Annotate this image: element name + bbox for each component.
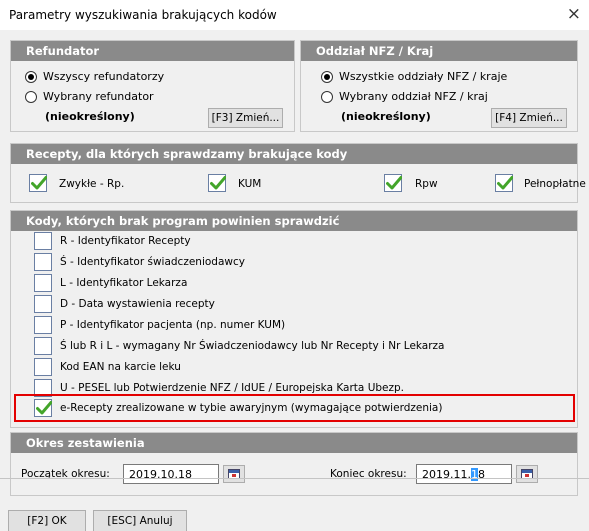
oddzial-all-radio[interactable]: Wszystkie oddziały NFZ / kraje bbox=[321, 70, 507, 83]
recepty-rpw-label: Rpw bbox=[415, 178, 438, 190]
oddzial-change-button[interactable]: [F4] Zmień... bbox=[491, 108, 567, 128]
kody-item-label: Ś - Identyfikator świadczeniodawcy bbox=[60, 256, 245, 268]
radio-selected-icon bbox=[25, 70, 37, 83]
oddzial-all-label: Wszystkie oddziały NFZ / kraje bbox=[339, 70, 508, 83]
window-title: Parametry wyszukiwania brakujących kodów bbox=[9, 8, 277, 22]
checkbox-empty-icon bbox=[34, 274, 52, 292]
okres-start-input[interactable]: 2019.10.18 bbox=[123, 464, 219, 484]
kody-item-label: Kod EAN na karcie leku bbox=[60, 361, 181, 373]
cancel-button[interactable]: [ESC] Anuluj bbox=[93, 510, 187, 531]
radio-empty-icon bbox=[25, 90, 37, 103]
checkbox-checked-icon bbox=[384, 174, 402, 192]
okres-end-calendar-button[interactable] bbox=[516, 465, 538, 483]
kody-item-label: R - Identyfikator Recepty bbox=[60, 235, 191, 247]
checkbox-checked-icon bbox=[29, 174, 47, 192]
kody-item-label: P - Identyfikator pacjenta (np. numer KU… bbox=[60, 319, 286, 331]
checkbox-checked-icon bbox=[208, 174, 226, 192]
kody-item-label: e-Recepty zrealizowane w tybie awaryjnym… bbox=[60, 402, 443, 414]
checkbox-empty-icon bbox=[34, 358, 52, 376]
recepty-kum-label: KUM bbox=[238, 178, 262, 190]
checkbox-empty-icon bbox=[34, 232, 52, 250]
kody-item-label: L - Identyfikator Lekarza bbox=[60, 277, 188, 289]
checkbox-checked-icon bbox=[34, 399, 52, 417]
kody-item-label: Ś lub R i L - wymagany Nr Świadczeniodaw… bbox=[60, 340, 445, 352]
refundator-all-label: Wszyscy refundatorzy bbox=[43, 70, 165, 83]
radio-selected-icon bbox=[321, 70, 333, 83]
recepty-pelnoplatne-label: Pełnopłatne bbox=[524, 178, 586, 190]
recepty-group: Recepty, dla których sprawdzamy brakując… bbox=[10, 143, 586, 203]
recepty-header: Recepty, dla których sprawdzamy brakując… bbox=[11, 144, 577, 164]
oddzial-selected-label: Wybrany oddział NFZ / kraj bbox=[339, 90, 488, 103]
checkbox-empty-icon bbox=[34, 253, 52, 271]
okres-start-calendar-button[interactable] bbox=[223, 465, 245, 483]
kody-header: Kody, których brak program powinien spra… bbox=[11, 211, 577, 231]
okres-start-value: 2019.10.18 bbox=[129, 468, 192, 481]
close-icon[interactable]: × bbox=[567, 4, 581, 24]
footer-separator bbox=[0, 478, 589, 479]
okres-group: Okres zestawienia Początek okresu: 2019.… bbox=[10, 432, 578, 496]
oddzial-value: (nieokreślony) bbox=[341, 110, 431, 123]
refundator-selected-radio[interactable]: Wybrany refundator bbox=[25, 90, 154, 103]
oddzial-header: Oddział NFZ / Kraj bbox=[301, 41, 577, 61]
refundator-all-radio[interactable]: Wszyscy refundatorzy bbox=[25, 70, 164, 83]
okres-end-value-selected: 1 bbox=[470, 468, 478, 481]
title-bar: Parametry wyszukiwania brakujących kodów… bbox=[0, 0, 589, 30]
radio-empty-icon bbox=[321, 90, 333, 103]
checkbox-checked-icon bbox=[495, 174, 513, 192]
dialog-body: Refundator Wszyscy refundatorzy Wybrany … bbox=[0, 30, 589, 531]
okres-end-value-prefix: 2019.11. bbox=[422, 468, 471, 481]
oddzial-selected-radio[interactable]: Wybrany oddział NFZ / kraj bbox=[321, 90, 488, 103]
okres-end-value-suffix: 8 bbox=[477, 468, 485, 481]
refundator-value: (nieokreślony) bbox=[45, 110, 135, 123]
checkbox-empty-icon bbox=[34, 295, 52, 313]
refundator-header: Refundator bbox=[11, 41, 294, 61]
recepty-zwykle-label: Zwykłe - Rp. bbox=[59, 178, 125, 190]
okres-header: Okres zestawienia bbox=[11, 433, 577, 453]
refundator-change-button[interactable]: [F3] Zmień... bbox=[208, 108, 283, 128]
refundator-group: Refundator Wszyscy refundatorzy Wybrany … bbox=[10, 40, 295, 132]
ok-button[interactable]: [F2] OK bbox=[8, 510, 86, 531]
refundator-selected-label: Wybrany refundator bbox=[43, 90, 154, 103]
kody-item-label: D - Data wystawienia recepty bbox=[60, 298, 215, 310]
kody-item-label: U - PESEL lub Potwierdzenie NFZ / IdUE /… bbox=[60, 382, 405, 394]
okres-end-input[interactable]: 2019.11.18 bbox=[416, 464, 512, 484]
checkbox-empty-icon bbox=[34, 337, 52, 355]
oddzial-group: Oddział NFZ / Kraj Wszystkie oddziały NF… bbox=[300, 40, 578, 132]
checkbox-empty-icon bbox=[34, 316, 52, 334]
